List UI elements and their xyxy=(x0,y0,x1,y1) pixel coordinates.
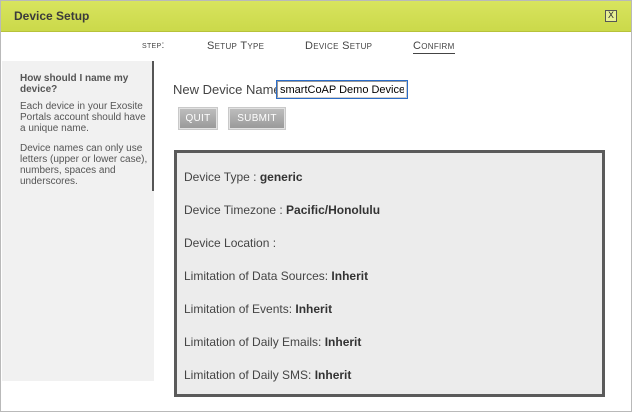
summary-value: generic xyxy=(259,170,303,184)
summary-row-data-sources: Limitation of Data Sources: Inherit xyxy=(184,269,368,283)
step-indicator: step: Setup Type Device Setup Confirm xyxy=(1,37,631,57)
device-name-label: New Device Name: xyxy=(173,82,285,97)
summary-label: Device Location : xyxy=(184,236,277,250)
summary-row-daily-sms: Limitation of Daily SMS: Inherit xyxy=(184,368,351,382)
sidebar-divider xyxy=(152,61,154,191)
summary-value: Inherit xyxy=(314,368,352,382)
help-paragraph-2: Device names can only use letters (upper… xyxy=(20,143,148,187)
summary-label: Limitation of Data Sources: xyxy=(184,269,332,283)
dialog-titlebar: Device Setup X xyxy=(1,1,631,32)
summary-value: Inherit xyxy=(324,335,362,349)
quit-button[interactable]: QUIT xyxy=(179,108,217,129)
summary-row-events: Limitation of Events: Inherit xyxy=(184,302,332,316)
summary-label: Limitation of Events: xyxy=(184,302,296,316)
summary-value: Pacific/Honolulu xyxy=(286,203,381,217)
help-paragraph-1: Each device in your Exosite Portals acco… xyxy=(20,101,146,134)
summary-row-timezone: Device Timezone : Pacific/Honolulu xyxy=(184,203,380,217)
step-setup-type[interactable]: Setup Type xyxy=(207,40,264,52)
close-icon[interactable]: X xyxy=(605,10,617,22)
summary-label: Device Timezone : xyxy=(184,203,287,217)
summary-label: Limitation of Daily SMS: xyxy=(184,368,315,382)
help-title: How should I name my device? xyxy=(20,73,129,95)
summary-row-location: Device Location : xyxy=(184,236,276,250)
summary-label: Limitation of Daily Emails: xyxy=(184,335,325,349)
device-setup-dialog: Device Setup X step: Setup Type Device S… xyxy=(0,0,632,412)
submit-button[interactable]: SUBMIT xyxy=(229,108,285,129)
summary-row-daily-emails: Limitation of Daily Emails: Inherit xyxy=(184,335,361,349)
summary-label: Device Type : xyxy=(184,170,260,184)
summary-row-device-type: Device Type : generic xyxy=(184,170,303,184)
step-device-setup[interactable]: Device Setup xyxy=(305,40,372,52)
device-summary-panel: Device Type : generic Device Timezone : … xyxy=(174,150,605,397)
summary-value: Inherit xyxy=(295,302,333,316)
summary-value: Inherit xyxy=(331,269,369,283)
dialog-title: Device Setup xyxy=(14,9,90,23)
step-confirm: Confirm xyxy=(413,40,455,54)
device-name-input[interactable] xyxy=(276,80,408,99)
step-label: step: xyxy=(142,40,165,51)
